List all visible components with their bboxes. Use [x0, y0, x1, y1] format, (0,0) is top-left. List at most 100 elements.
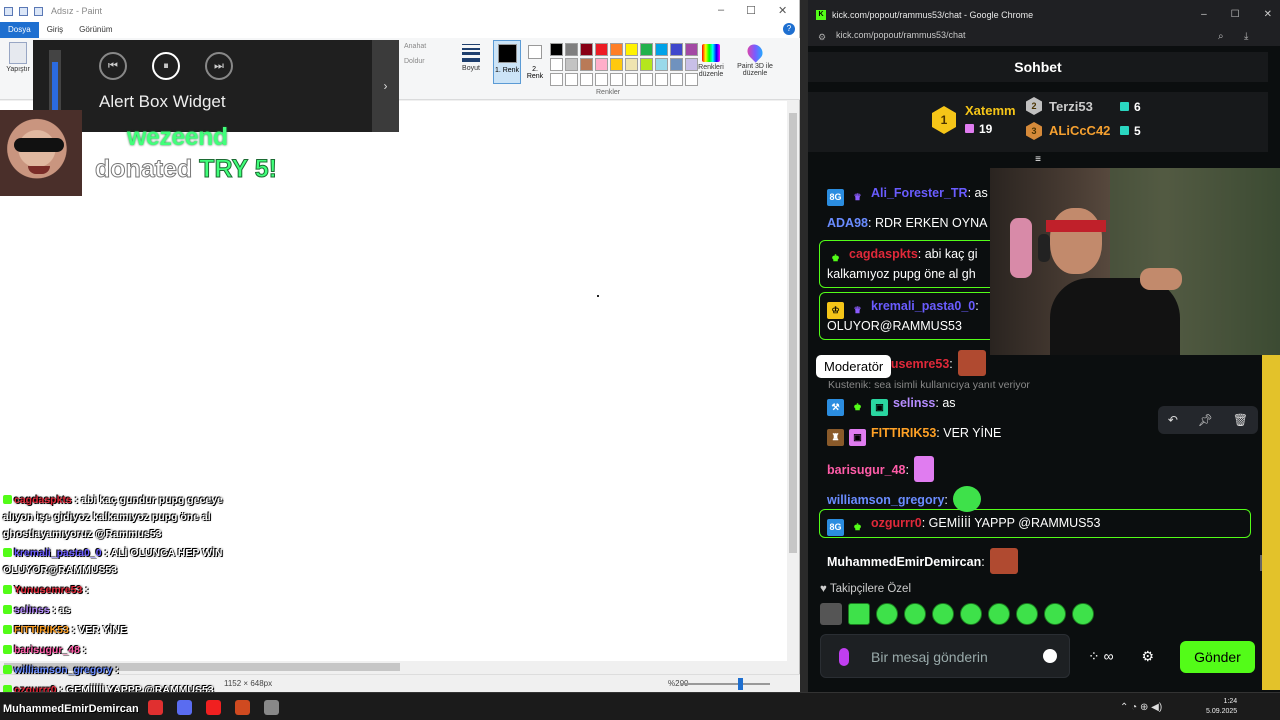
color-swatch[interactable] — [550, 43, 563, 56]
color-swatch[interactable] — [550, 58, 563, 71]
chat-message[interactable]: barisugur_48: — [827, 456, 934, 482]
color-swatch[interactable] — [655, 73, 668, 86]
maximize-icon[interactable]: ☐ — [1231, 9, 1240, 20]
color-swatch[interactable] — [625, 73, 638, 86]
leader-2-name[interactable]: Terzi53 — [1049, 99, 1093, 114]
tab-file[interactable]: Dosya — [0, 22, 39, 38]
commands-icon[interactable]: ⁘ — [1088, 648, 1100, 664]
chat-message[interactable]: 8G ♛ Ali_Forester_TR: as — [827, 186, 988, 206]
chat-message[interactable]: MuhammedEmirDemircan: — [827, 548, 1018, 574]
leader-1-name[interactable]: Xatemm — [965, 103, 1016, 118]
site-info-icon[interactable]: ⚙ — [818, 32, 826, 43]
color-swatch[interactable] — [580, 43, 593, 56]
clock[interactable]: 1:24 5.09.2025 — [1206, 697, 1237, 717]
app-icon[interactable] — [235, 700, 250, 715]
paint-canvas[interactable] — [0, 101, 787, 661]
chat-message[interactable]: ♜ ▣ FITTIRIK53: VER YİNE — [827, 426, 1001, 446]
zoom-slider-handle[interactable] — [738, 678, 743, 690]
emote-icon[interactable] — [1044, 603, 1066, 625]
chat-message[interactable]: ⚒ ♚ ▣ selinss: as — [827, 396, 956, 416]
app-icon[interactable] — [177, 700, 192, 715]
outline-button[interactable]: Anahat — [404, 43, 426, 50]
color2-button[interactable]: 2. Renk — [523, 40, 547, 84]
pause-icon[interactable]: ⏸ — [152, 52, 180, 80]
download-icon[interactable]: ⤓ — [1244, 31, 1248, 42]
color-swatch[interactable] — [565, 58, 578, 71]
chat-message[interactable]: williamson_gregory: — [827, 486, 981, 512]
leader-3-name[interactable]: ALiCcC42 — [1049, 123, 1110, 138]
fill-button[interactable]: Doldur — [404, 58, 425, 65]
send-button[interactable]: Gönder — [1180, 641, 1255, 673]
redo-icon[interactable] — [34, 6, 43, 16]
emote-icon[interactable] — [848, 603, 870, 625]
size-button[interactable]: Boyut — [458, 43, 484, 72]
pinned-collapse-icon[interactable]: ≡ — [1030, 154, 1046, 165]
emote-icon[interactable] — [932, 603, 954, 625]
emoji-icon[interactable] — [1043, 649, 1057, 663]
maximize-icon[interactable]: ☐ — [746, 4, 756, 17]
emote-icon[interactable] — [988, 603, 1010, 625]
zoom-slider[interactable] — [680, 683, 770, 685]
emote-icon[interactable] — [876, 603, 898, 625]
color-swatch[interactable] — [655, 58, 668, 71]
settings-icon[interactable]: ⚙ — [1142, 648, 1155, 664]
color-swatch[interactable] — [670, 73, 683, 86]
chat-message[interactable]: 8G ♚ ozgurrr0: GEMİİİİ YAPPP @RAMMUS53 — [827, 516, 1100, 536]
help-icon[interactable]: ? — [783, 23, 795, 35]
minimize-icon[interactable]: – — [718, 4, 724, 17]
microphone-icon[interactable] — [839, 648, 849, 666]
color-swatch[interactable] — [610, 73, 623, 86]
emote-icon[interactable] — [1072, 603, 1094, 625]
system-tray[interactable]: ⌃ ◔ ⊕ ◀︎) — [1120, 702, 1162, 713]
save-icon[interactable] — [4, 6, 13, 16]
previous-icon[interactable]: ⏮ — [99, 52, 127, 80]
reply-icon[interactable]: ↶ — [1168, 413, 1178, 427]
color-swatch[interactable] — [565, 43, 578, 56]
minimize-icon[interactable]: – — [1201, 9, 1207, 20]
volume-bar[interactable] — [49, 50, 61, 112]
chat-input[interactable]: Bir mesaj gönderin — [820, 634, 1070, 678]
color-swatch[interactable] — [655, 43, 668, 56]
color-swatch[interactable] — [580, 58, 593, 71]
tab-view[interactable]: Görünüm — [71, 22, 120, 38]
chat-message[interactable]: ♔ ♛ kremali_pasta0_0: — [827, 299, 979, 319]
color-swatch[interactable] — [550, 73, 563, 86]
color-swatch[interactable] — [640, 43, 653, 56]
color-swatch[interactable] — [670, 43, 683, 56]
pin-icon[interactable]: 📌︎ — [1198, 413, 1213, 427]
next-icon[interactable]: ⏭ — [205, 52, 233, 80]
color-swatch[interactable] — [625, 43, 638, 56]
tab-home[interactable]: Giriş — [39, 22, 71, 38]
color-swatch[interactable] — [595, 58, 608, 71]
color-swatch[interactable] — [580, 73, 593, 86]
color-swatch[interactable] — [565, 73, 578, 86]
emote-icon[interactable] — [960, 603, 982, 625]
infinity-icon[interactable]: ∞ — [1104, 648, 1114, 664]
emote-icon[interactable] — [1016, 603, 1038, 625]
chat-message[interactable]: ♚ cagdaspkts: abi kaç gi — [827, 247, 977, 267]
color-swatch[interactable] — [610, 58, 623, 71]
close-icon[interactable]: ✕ — [778, 4, 787, 17]
chevron-right-icon[interactable]: › — [372, 40, 399, 132]
color-swatch[interactable] — [670, 58, 683, 71]
address-bar[interactable]: ⚙ kick.com/popout/rammus53/chat ⌕ ⤓ — [808, 30, 1280, 46]
color-swatch[interactable] — [595, 73, 608, 86]
paint3d-button[interactable]: Paint 3D ile düzenle — [733, 41, 777, 77]
edit-colors-button[interactable]: Renkleri düzenle — [694, 44, 728, 78]
close-icon[interactable]: ✕ — [1264, 9, 1272, 20]
emote-icon[interactable] — [904, 603, 926, 625]
color-swatch[interactable] — [640, 73, 653, 86]
color-swatch[interactable] — [625, 58, 638, 71]
app-icon[interactable] — [148, 700, 163, 715]
vertical-scrollbar[interactable] — [787, 101, 799, 661]
user-avatar[interactable] — [820, 603, 842, 625]
paste-button[interactable]: Yapıştır — [4, 42, 32, 73]
scroll-thumb[interactable] — [789, 113, 797, 553]
color-swatch[interactable] — [640, 58, 653, 71]
zoom-icon[interactable]: ⌕ — [1218, 31, 1224, 42]
color-swatch[interactable] — [595, 43, 608, 56]
chat-message[interactable]: ADA98: RDR ERKEN OYNA — [827, 216, 987, 230]
delete-icon[interactable]: 🗑︎ — [1233, 413, 1248, 427]
app-icon[interactable] — [206, 700, 221, 715]
undo-icon[interactable] — [19, 6, 28, 16]
